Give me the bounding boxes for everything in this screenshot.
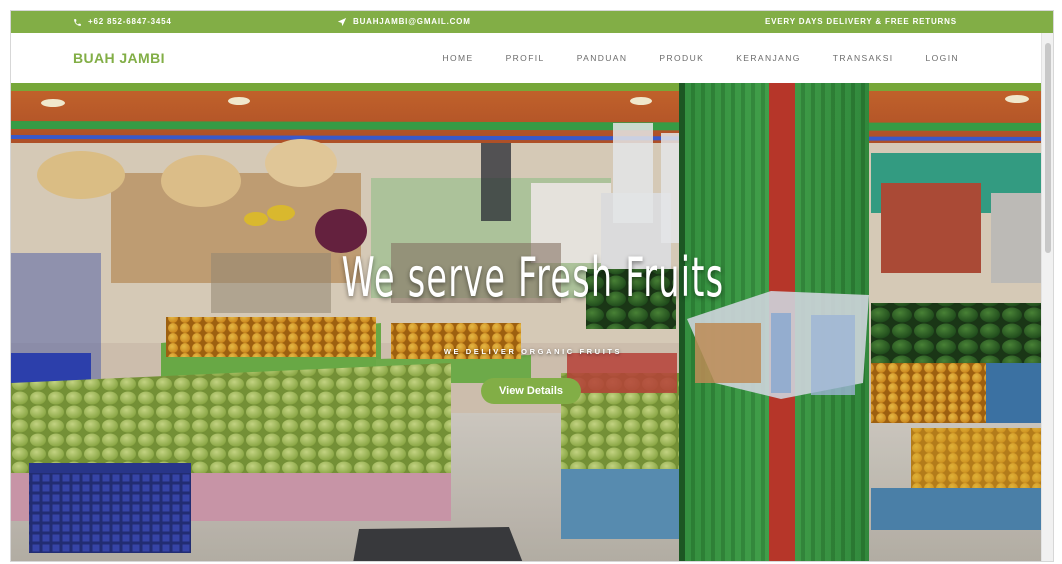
hero-background-image [11,83,1053,561]
page-scrollbar[interactable] [1041,33,1053,561]
nav-menu: HOME PROFIL PANDUAN PRODUK KERANJANG TRA… [426,33,975,83]
nav-item-login[interactable]: LOGIN [910,53,975,63]
hero-subtitle: WE DELIVER ORGANIC FRUITS [443,347,623,356]
scrollbar-thumb[interactable] [1045,43,1051,253]
nav-item-produk[interactable]: PRODUK [643,53,720,63]
nav-item-home[interactable]: HOME [426,53,489,63]
contact-phone: +62 852-6847-3454 [73,11,172,33]
nav-item-panduan[interactable]: PANDUAN [561,53,644,63]
hero-banner: We serve Fresh Fruits WE DELIVER ORGANIC… [11,83,1053,561]
brand-logo[interactable]: BUAH JAMBI [73,33,165,83]
nav-item-transaksi[interactable]: TRANSAKSI [817,53,910,63]
top-info-bar: +62 852-6847-3454 BUAHJAMBI@GMAIL.COM EV… [11,11,1053,33]
nav-item-keranjang[interactable]: KERANJANG [720,53,817,63]
phone-text: +62 852-6847-3454 [88,17,172,26]
view-details-button[interactable]: View Details [481,378,581,404]
delivery-text: EVERY DAYS DELIVERY & FREE RETURNS [765,17,957,26]
email-text: BUAHJAMBI@GMAIL.COM [353,17,471,26]
paper-plane-icon [337,17,347,27]
nav-item-profil[interactable]: PROFIL [490,53,561,63]
hero-title: We serve Fresh Fruits [341,246,725,309]
contact-email: BUAHJAMBI@GMAIL.COM [337,11,471,33]
browser-viewport: +62 852-6847-3454 BUAHJAMBI@GMAIL.COM EV… [10,10,1054,562]
phone-icon [73,18,82,27]
delivery-notice: EVERY DAYS DELIVERY & FREE RETURNS [765,11,957,33]
main-navbar: BUAH JAMBI HOME PROFIL PANDUAN PRODUK KE… [11,33,1053,83]
